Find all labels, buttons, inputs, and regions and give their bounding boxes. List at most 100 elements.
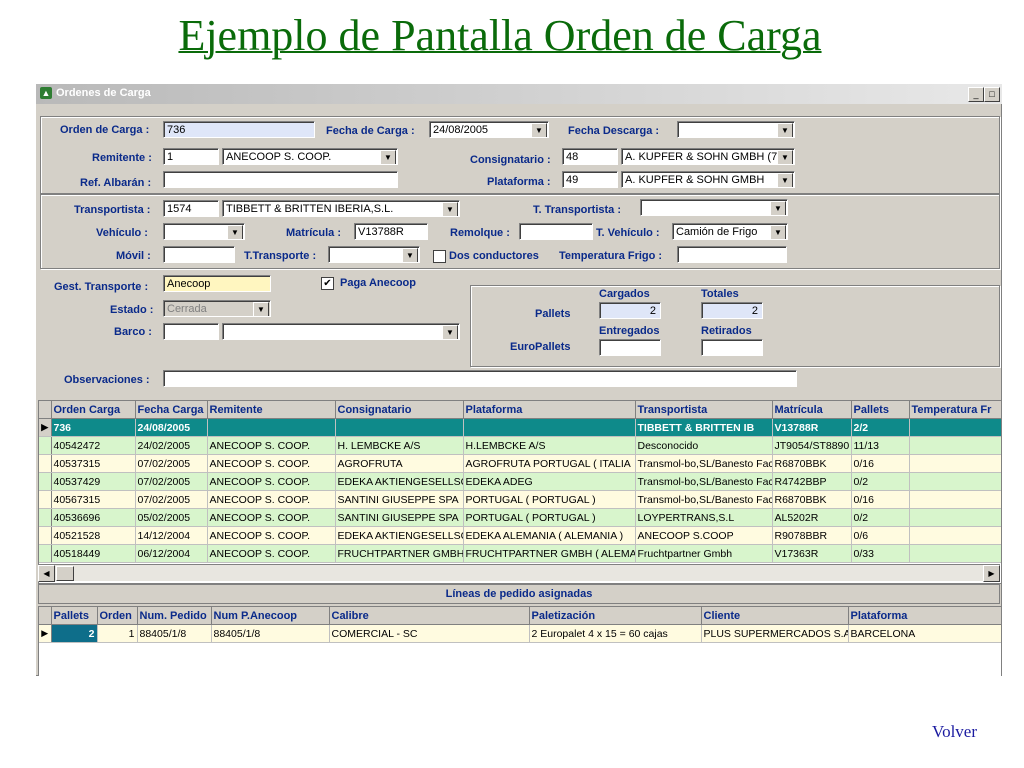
plataforma-code-field[interactable]: 49	[562, 171, 618, 188]
column-header[interactable]: Pallets	[851, 401, 910, 419]
plataforma-name-select[interactable]: A. KUPFER & SOHN GMBH ▼	[621, 171, 795, 188]
remitente-code-field[interactable]: 1	[163, 148, 219, 165]
entregados-field[interactable]	[599, 339, 661, 356]
temperatura-frigo-field[interactable]	[677, 246, 787, 263]
row-indicator[interactable]	[39, 490, 52, 509]
chevron-down-icon[interactable]: ▼	[402, 248, 418, 262]
t-transportista-select[interactable]: ▼	[640, 199, 788, 216]
t-transporte-select[interactable]: ▼	[328, 246, 420, 263]
barco-code-field[interactable]	[163, 323, 219, 340]
window-titlebar[interactable]: ▲ Ordenes de Carga _ □	[36, 84, 1002, 104]
totales-field[interactable]: 2	[701, 302, 763, 319]
t-vehiculo-select[interactable]: Camión de Frigo ▼	[672, 223, 788, 240]
chevron-down-icon[interactable]: ▼	[253, 302, 269, 316]
scroll-left-icon[interactable]: ◀	[38, 565, 55, 582]
cargados-field[interactable]: 2	[599, 302, 661, 319]
fecha-descarga-field[interactable]: ▼	[677, 121, 795, 138]
table-cell: R6870BBK	[772, 454, 852, 473]
estado-select[interactable]: Cerrada ▼	[163, 300, 271, 317]
fecha-carga-field[interactable]: 24/08/2005 ▼	[429, 121, 549, 138]
column-header[interactable]: Cliente	[701, 607, 849, 625]
matricula-field[interactable]: V13788R	[354, 223, 428, 240]
table-cell: 88405/1/8	[211, 624, 330, 643]
column-header[interactable]: Plataforma	[463, 401, 636, 419]
row-indicator[interactable]	[39, 436, 52, 455]
chevron-down-icon[interactable]: ▼	[380, 150, 396, 164]
remitente-name-select[interactable]: ANECOOP S. COOP. ▼	[222, 148, 398, 165]
chevron-down-icon[interactable]: ▼	[777, 123, 793, 137]
chevron-down-icon[interactable]: ▼	[777, 173, 793, 187]
paga-anecoop-checkbox[interactable]: ✔	[321, 277, 334, 290]
table-cell: PORTUGAL ( PORTUGAL )	[463, 508, 636, 527]
column-header[interactable]: Pallets	[51, 607, 98, 625]
scroll-thumb[interactable]	[56, 566, 74, 581]
t-transporte-label: T.Transporte :	[244, 250, 317, 262]
retirados-field[interactable]	[701, 339, 763, 356]
chevron-down-icon[interactable]: ▼	[777, 150, 793, 164]
table-row[interactable]: 40567315 07/02/2005 ANECOOP S. COOP. SANTIN…	[39, 490, 1001, 509]
table-cell: COMERCIAL - SC	[329, 624, 530, 643]
transportista-name-select[interactable]: TIBBETT & BRITTEN IBERIA,S.L. ▼	[222, 200, 460, 217]
gest-transporte-field[interactable]: Anecoop	[163, 275, 271, 292]
consignatario-code-field[interactable]: 48	[562, 148, 618, 165]
barco-name-select[interactable]: ▼	[222, 323, 460, 340]
orden-carga-field[interactable]: 736	[163, 121, 315, 138]
scroll-right-icon[interactable]: ▶	[983, 565, 1000, 582]
table-cell: ANECOOP S. COOP.	[207, 526, 336, 545]
column-header[interactable]: Remitente	[207, 401, 336, 419]
table-row[interactable]: 40518449 06/12/2004 ANECOOP S. COOP. FRUCHT…	[39, 544, 1001, 563]
row-indicator[interactable]	[39, 472, 52, 491]
row-pointer-icon[interactable]: ▶	[39, 418, 52, 437]
column-header[interactable]: Consignatario	[335, 401, 464, 419]
row-indicator[interactable]	[39, 544, 52, 563]
chevron-down-icon[interactable]: ▼	[770, 225, 786, 239]
transportista-name-value: TIBBETT & BRITTEN IBERIA,S.L.	[226, 203, 394, 215]
table-cell: EDEKA ALEMANIA ( ALEMANIA )	[463, 526, 636, 545]
row-indicator[interactable]	[39, 508, 52, 527]
observaciones-field[interactable]	[163, 370, 797, 387]
maximize-button[interactable]: □	[984, 87, 1000, 102]
column-header[interactable]: Num. Pedido	[137, 607, 212, 625]
table-row[interactable]: 40542472 24/02/2005 ANECOOP S. COOP. H. LEM…	[39, 436, 1001, 455]
table-row[interactable]: 40521528 14/12/2004 ANECOOP S. COOP. EDEKA …	[39, 526, 1001, 545]
column-header[interactable]: Orden	[97, 607, 138, 625]
column-header[interactable]: Paletización	[529, 607, 702, 625]
ref-albaran-field[interactable]	[163, 171, 398, 188]
column-header[interactable]: Transportista	[635, 401, 773, 419]
column-header[interactable]: Fecha Carga	[135, 401, 208, 419]
table-cell: 14/12/2004	[135, 526, 208, 545]
column-header[interactable]: Orden Carga	[51, 401, 136, 419]
table-row[interactable]: 40537429 07/02/2005 ANECOOP S. COOP. EDEKA …	[39, 472, 1001, 491]
row-indicator[interactable]	[39, 454, 52, 473]
transportista-label: Transportista :	[74, 204, 151, 216]
column-header[interactable]: Calibre	[329, 607, 530, 625]
column-header[interactable]: Num P.Anecoop	[211, 607, 330, 625]
chevron-down-icon[interactable]: ▼	[227, 225, 243, 239]
consignatario-name-select[interactable]: A. KUPFER & SOHN GMBH (70 ▼	[621, 148, 795, 165]
row-pointer-icon[interactable]: ▶	[39, 624, 52, 643]
movil-field[interactable]	[163, 246, 235, 263]
table-row[interactable]: 40537315 07/02/2005 ANECOOP S. COOP. AGROFR…	[39, 454, 1001, 473]
orders-horizontal-scrollbar[interactable]: ◀ ▶	[38, 564, 1000, 582]
table-row[interactable]: ▶ 736 24/08/2005 TIBBETT & BRITTEN IB V13788…	[39, 418, 1001, 437]
table-cell: ANECOOP S. COOP.	[207, 472, 336, 491]
table-row[interactable]: ▶ 2 1 88405/1/8 88405/1/8 COMERCIAL - SC 2 Eur…	[39, 624, 1001, 643]
chevron-down-icon[interactable]: ▼	[531, 123, 547, 137]
retirados-label: Retirados	[701, 325, 752, 337]
transportista-code-field[interactable]: 1574	[163, 200, 219, 217]
dos-conductores-checkbox[interactable]	[433, 250, 446, 263]
remolque-field[interactable]	[519, 223, 593, 240]
column-header[interactable]: Plataforma	[848, 607, 1001, 625]
fecha-carga-value: 24/08/2005	[433, 124, 489, 136]
row-indicator[interactable]	[39, 526, 52, 545]
table-row[interactable]: 40536696 05/02/2005 ANECOOP S. COOP. SANTIN…	[39, 508, 1001, 527]
vehiculo-select[interactable]: ▼	[163, 223, 245, 240]
chevron-down-icon[interactable]: ▼	[442, 325, 458, 339]
volver-link[interactable]: Volver	[932, 722, 977, 742]
chevron-down-icon[interactable]: ▼	[442, 202, 458, 216]
column-header[interactable]: Temperatura Fr	[909, 401, 1001, 419]
column-header[interactable]: Matrícula	[772, 401, 852, 419]
minimize-button[interactable]: _	[968, 87, 984, 102]
table-cell: PORTUGAL ( PORTUGAL )	[463, 490, 636, 509]
chevron-down-icon[interactable]: ▼	[770, 201, 786, 215]
